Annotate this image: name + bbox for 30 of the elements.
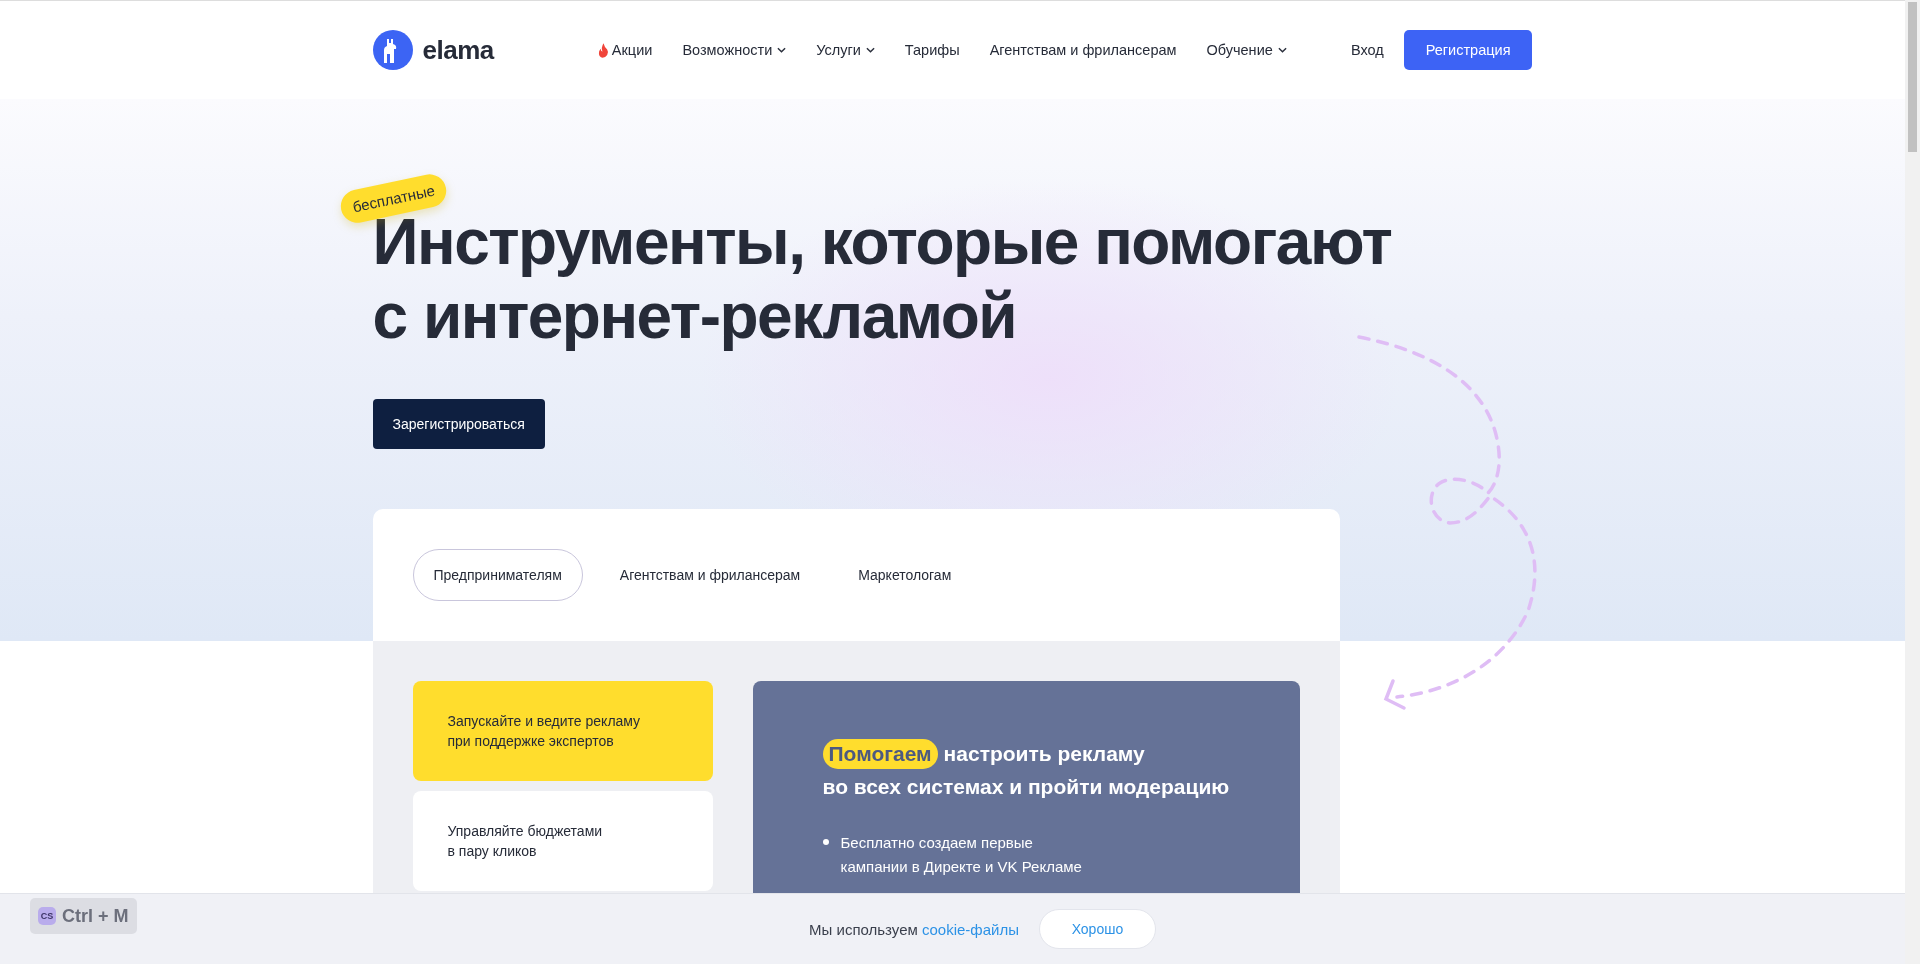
- feature-card[interactable]: Управляйте бюджетами в пару кликов: [412, 791, 713, 891]
- flame-icon: [597, 42, 609, 58]
- scrollbar[interactable]: [1905, 0, 1920, 964]
- nav-link[interactable]: Тарифы: [904, 42, 960, 58]
- nav-link[interactable]: Обучение: [1206, 42, 1287, 58]
- nav-link[interactable]: Возможности: [682, 42, 787, 58]
- bullet-text: Бесплатно создаем первые кампании в Директе и VK Рекламе: [840, 833, 1082, 877]
- chevron-down-icon: [865, 47, 875, 53]
- extension-shortcut-badge[interactable]: CS Ctrl + M: [30, 898, 137, 934]
- audience-tab[interactable]: Маркетологам: [837, 549, 973, 601]
- feature-card[interactable]: Запускайте и ведите рекламу при поддержке экспертов: [412, 681, 713, 781]
- chevron-down-icon: [1277, 47, 1287, 53]
- nav-link[interactable]: Акции: [597, 42, 653, 58]
- login-link[interactable]: Вход: [1350, 42, 1384, 58]
- nav-link[interactable]: Услуги: [816, 42, 875, 58]
- nav-link[interactable]: Агентствам и фрилансерам: [989, 42, 1177, 58]
- shortcut-label: Ctrl + M: [62, 905, 129, 927]
- logo-text[interactable]: elama: [422, 34, 494, 66]
- chevron-down-icon: [777, 47, 787, 53]
- bullet-icon: [822, 839, 829, 845]
- extension-icon: CS: [38, 907, 56, 925]
- signup-button[interactable]: Зарегистрироваться: [372, 399, 545, 449]
- detail-title: настроить рекламу: [943, 742, 1145, 766]
- audience-tab[interactable]: Агентствам и фрилансерам: [598, 549, 822, 601]
- register-button[interactable]: Регистрация: [1403, 30, 1533, 70]
- cookie-text: Мы используем cookie-файлы: [809, 920, 1019, 938]
- highlight-label: Помогаем: [822, 739, 938, 769]
- scrollbar-thumb[interactable]: [1908, 2, 1917, 152]
- llama-logo-icon[interactable]: [372, 30, 413, 70]
- detail-subtitle: во всех системах и пройти модерацию: [822, 775, 1230, 799]
